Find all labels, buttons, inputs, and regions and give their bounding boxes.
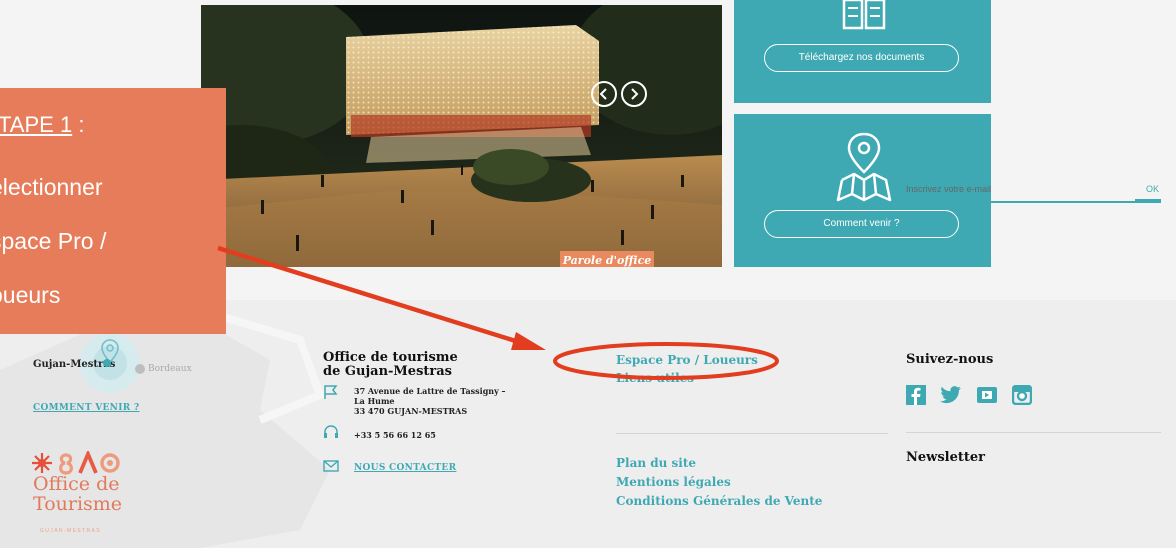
region-map-background [0,306,330,548]
callout-step: TAPE 1 : [0,112,84,138]
social-title: Suivez-nous [906,352,994,367]
facebook-icon[interactable] [906,385,926,405]
office-address-line2: La Hume [354,396,395,406]
slider-next-button[interactable] [621,81,647,107]
page: Parole d'office Téléchargez nos document… [0,0,1176,548]
legal-notice-link[interactable]: Mentions légales [616,475,731,489]
open-book-icon [842,0,886,30]
slider-prev-button[interactable] [591,81,617,107]
hero-image [201,5,722,267]
map-city-bordeaux: Bordeaux [148,364,192,374]
map-pin-icon [836,132,892,202]
pro-space-link[interactable]: Espace Pro / Loueurs [616,353,758,367]
office-title-line2: de Gujan-Mestras [323,364,452,379]
callout-line-1: électionner [0,174,103,200]
hero-slider[interactable]: Parole d'office [201,5,722,267]
office-phone[interactable]: +33 5 56 66 12 65 [354,430,436,440]
contact-link[interactable]: NOUS CONTACTER [354,463,456,473]
directions-button[interactable]: Comment venir ? [764,210,959,238]
newsletter-title: Newsletter [906,450,986,465]
office-address-line1: 37 Avenue de Lattre de Tassigny – [354,386,506,396]
map-directions-link[interactable]: COMMENT VENIR ? [33,403,140,413]
flag-icon [324,385,338,399]
logo-subtitle: GUJAN-MESTRAS [40,528,101,534]
newsletter-ok-button[interactable]: OK [1146,184,1159,194]
logo-symbols-icon [32,451,120,475]
newsletter-form[interactable]: Inscrivez votre e-mail OK [906,181,1161,203]
newsletter-underline [906,199,1161,203]
logo-line1: Office de [33,473,120,495]
newsletter-email-input[interactable]: Inscrivez votre e-mail [906,184,991,194]
download-documents-button[interactable]: Téléchargez nos documents [764,44,959,72]
callout-step-label: TAPE 1 [0,112,73,137]
chevron-right-icon [631,88,639,100]
tutorial-callout: TAPE 1 : électionner space Pro / oueurs [0,88,226,334]
youtube-icon[interactable] [977,385,997,405]
envelope-icon [323,460,339,472]
logo-text: Office de Tourisme [33,474,122,514]
callout-line-3: oueurs [0,282,61,308]
logo-line2: Tourisme [33,493,123,515]
useful-links-link[interactable]: Liens utiles [616,371,694,385]
social-divider [906,432,1161,433]
footer: Gujan-Mestras Bordeaux COMMENT VENIR ? O… [0,300,1176,548]
links-divider [616,433,888,434]
instagram-icon[interactable] [1012,385,1032,405]
callout-colon: : [78,112,85,137]
location-pin-icon [101,339,119,367]
callout-line-2: space Pro / [0,228,107,254]
twitter-icon[interactable] [940,385,962,405]
headset-icon [324,425,338,438]
chevron-left-icon [599,88,607,100]
hero-caption[interactable]: Parole d'office [560,251,654,267]
documents-tile[interactable]: Téléchargez nos documents [734,0,991,103]
office-address-line3: 33 470 GUJAN-MESTRAS [354,406,468,416]
office-title-line1: Office de tourisme [323,350,458,365]
terms-of-sale-link[interactable]: Conditions Générales de Vente [616,494,822,508]
sitemap-link[interactable]: Plan du site [616,456,696,470]
